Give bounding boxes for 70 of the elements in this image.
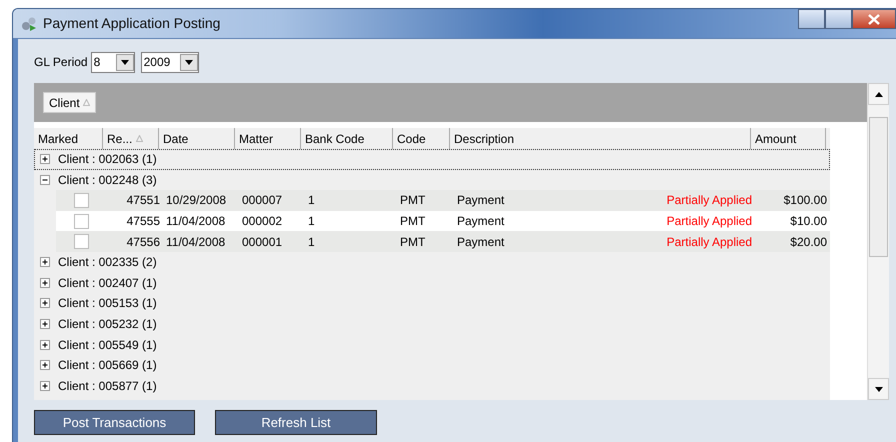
gears-icon [21,16,37,32]
button[interactable]: Post Transactions [34,410,195,435]
table-cell-text: Payment [456,192,506,210]
table-cell-text: Payment [456,213,506,230]
table-cell-text: 000007 [241,192,284,210]
maximize-button[interactable] [825,9,852,29]
checkbox[interactable] [74,234,89,250]
table-cell-text: 47556 [126,234,161,251]
status-text: Partially Applied [666,213,753,230]
data-row[interactable]: 47555 11/04/2008 000002 1 PMT Payment Partially Applied $10.00 [56,210,830,232]
close-button[interactable] [852,9,896,29]
status-text: Partially Applied [666,234,753,251]
checkbox[interactable] [74,192,89,208]
table-cell-text: 47555 [126,213,161,230]
group-row[interactable]: Client : 005669 (1) [34,354,830,376]
up-arrow-icon [874,92,882,96]
checkbox[interactable] [74,214,89,229]
close-icon [868,14,880,24]
expand-icon[interactable] [40,154,50,164]
sort-icon [136,135,144,142]
data-row[interactable]: 47556 11/04/2008 000001 1 PMT Payment Partially Applied $20.00 [56,231,830,252]
down-arrow-icon [874,386,882,392]
table-cell-text: $100.00 [782,192,828,210]
table-cell-text: $10.00 [789,213,828,230]
expand-icon[interactable] [40,360,50,370]
group-row[interactable]: Client : 002335 (2) [34,252,830,273]
table-cell-text: PMT [399,213,426,230]
status-text: Partially Applied [666,192,753,210]
expand-icon[interactable] [40,278,50,288]
window-title: Payment Application Posting [43,14,220,33]
group-row[interactable]: Client : 005877 (1) [34,376,830,396]
scrollbar[interactable] [867,83,889,400]
scroll-thumb[interactable] [869,117,888,257]
group-row[interactable]: Client : 002407 (1) [34,272,830,294]
table-cell-text: PMT [399,192,426,210]
expand-icon[interactable] [40,257,50,268]
period-dropdown[interactable]: 8 [90,52,135,72]
table-cell-text: 000002 [241,213,284,230]
minimize-button[interactable] [798,9,825,29]
caret-icon [184,60,193,64]
group-row[interactable]: Client : 002063 (1) [34,149,830,170]
expand-icon[interactable] [40,298,50,308]
scroll-down-button[interactable] [868,378,889,400]
table-cell-text: 11/04/2008 [165,213,226,230]
year-dropdown[interactable]: 2009 [140,52,199,72]
expand-icon[interactable] [40,340,50,350]
expand-icon[interactable] [40,319,50,330]
scroll-up-button[interactable] [868,83,889,105]
group-by-chip[interactable]: Client [43,92,96,113]
group-row[interactable]: Client : 005232 (1) [34,314,830,334]
table-cell-text: 1 [307,213,316,230]
button[interactable]: Refresh List [215,410,377,435]
group-row[interactable]: Client : 005153 (1) [34,293,830,314]
gl-period-label: GL Period [34,54,88,71]
table-cell-text: Payment [456,234,506,251]
group-row[interactable]: Client : 005549 (1) [34,334,830,355]
collapse-icon[interactable] [40,174,50,185]
table-cell-text: 1 [307,234,316,251]
table-cell-text: 10/29/2008 [165,192,228,210]
table-cell-text: PMT [399,234,426,251]
table-cell-text: 1 [307,192,316,210]
group-row[interactable]: Client : 002248 (3) [34,170,830,190]
expand-icon[interactable] [40,380,50,391]
data-row[interactable]: 47551 10/29/2008 000007 1 PMT Payment Partially Applied $100.00 [56,190,830,211]
caret-icon [120,60,129,64]
table-cell-text: 000001 [241,234,284,251]
sort-icon [82,99,90,106]
table-cell-text: 11/04/2008 [165,234,226,251]
table-cell-text: 47551 [126,192,161,210]
table-cell-text: $20.00 [789,234,828,251]
